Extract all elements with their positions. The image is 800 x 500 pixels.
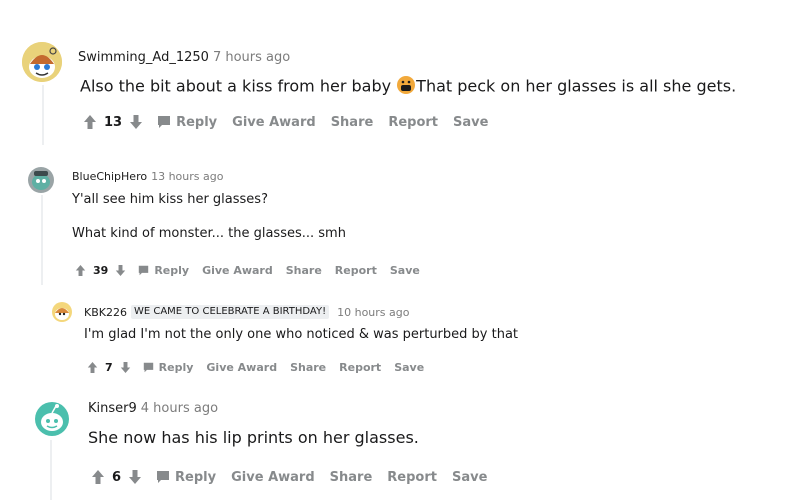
reply-button[interactable]: Reply — [156, 470, 216, 485]
vote-score: 39 — [93, 263, 109, 277]
give-award-button[interactable]: Give Award — [231, 470, 315, 485]
vote-score: 13 — [104, 114, 123, 130]
comment-body: She now has his lip prints on her glasse… — [88, 428, 419, 447]
comment-body: Y'all see him kiss her glasses? What kin… — [72, 191, 346, 243]
upvote-icon[interactable] — [87, 361, 98, 374]
snoo-avatar-icon — [28, 167, 54, 193]
vote-score: 6 — [112, 469, 122, 485]
save-button[interactable]: Save — [452, 470, 487, 485]
comment-bubble-icon — [143, 362, 153, 372]
timestamp[interactable]: 10 hours ago — [337, 306, 409, 319]
comment-text: That peck on her glasses is all she gets… — [416, 76, 737, 96]
comment-paragraph: Y'all see him kiss her glasses? — [72, 192, 268, 207]
snoo-avatar-icon — [35, 402, 69, 436]
comment-thread: Swimming_Ad_1250 7 hours ago Also the bi… — [0, 0, 800, 500]
downvote-icon[interactable] — [129, 114, 143, 130]
comment: Kinser9 4 hours ago She now has his lip … — [0, 390, 800, 500]
reply-button[interactable]: Reply — [138, 264, 189, 277]
vote-group: 39 — [75, 264, 126, 277]
comment-bubble-icon — [158, 116, 171, 128]
avatar[interactable] — [35, 402, 69, 436]
reply-label: Reply — [158, 360, 194, 374]
username[interactable]: BlueChipHero — [72, 170, 147, 183]
reply-button[interactable]: Reply — [143, 360, 194, 374]
report-button[interactable]: Report — [388, 115, 438, 130]
comment-bubble-icon — [157, 471, 170, 483]
give-award-button[interactable]: Give Award — [206, 361, 277, 374]
reply-button[interactable]: Reply — [157, 115, 217, 130]
report-button[interactable]: Report — [339, 361, 381, 374]
avatar[interactable] — [28, 167, 54, 193]
share-button[interactable]: Share — [331, 115, 374, 130]
save-button[interactable]: Save — [394, 361, 424, 374]
comment-actions: 13 Reply Give Award Share Report Save — [83, 112, 503, 132]
report-button[interactable]: Report — [387, 470, 437, 485]
downvote-icon[interactable] — [115, 264, 126, 277]
comment-body: I'm glad I'm not the only one who notice… — [84, 327, 518, 342]
comment-text: I'm glad I'm not the only one who notice… — [84, 327, 519, 342]
reply-label: Reply — [175, 469, 217, 485]
vote-group: 6 — [91, 469, 142, 485]
save-button[interactable]: Save — [453, 115, 488, 130]
user-flair: WE CAME TO CELEBRATE A BIRTHDAY! — [130, 305, 330, 319]
vote-group: 7 — [87, 361, 131, 374]
share-button[interactable]: Share — [286, 264, 322, 277]
comment: BlueChipHero 13 hours ago Y'all see him … — [0, 160, 800, 285]
comment-reply: KBK226 WE CAME TO CELEBRATE A BIRTHDAY! … — [0, 295, 800, 385]
avatar[interactable] — [52, 302, 72, 322]
avatar[interactable] — [22, 42, 62, 82]
timestamp[interactable]: 13 hours ago — [151, 170, 223, 183]
upvote-icon[interactable] — [91, 469, 105, 485]
comment-actions: 7 Reply Give Award Share Report Save — [87, 358, 439, 376]
username[interactable]: Kinser9 — [88, 401, 137, 416]
comment-meta: KBK226 WE CAME TO CELEBRATE A BIRTHDAY! … — [84, 305, 409, 319]
comment-meta: Swimming_Ad_1250 7 hours ago — [78, 50, 290, 65]
comment-bubble-icon — [139, 265, 149, 275]
comment-text: Also the bit about a kiss from her baby — [80, 76, 392, 96]
timestamp[interactable]: 7 hours ago — [213, 50, 290, 65]
reply-label: Reply — [176, 114, 218, 130]
vote-group: 13 — [83, 114, 143, 130]
vote-score: 7 — [105, 360, 113, 374]
timestamp[interactable]: 4 hours ago — [141, 401, 218, 416]
username[interactable]: Swimming_Ad_1250 — [78, 50, 209, 65]
downvote-icon[interactable] — [120, 361, 131, 374]
give-award-button[interactable]: Give Award — [232, 115, 316, 130]
face-with-symbols-on-mouth-icon — [396, 75, 416, 99]
comment-text: She now has his lip prints on her glasse… — [88, 428, 419, 447]
upvote-icon[interactable] — [75, 264, 86, 277]
reply-label: Reply — [154, 263, 190, 277]
comment-meta: Kinser9 4 hours ago — [88, 401, 218, 416]
username[interactable]: KBK226 — [84, 306, 127, 319]
comment-meta: BlueChipHero 13 hours ago — [72, 170, 223, 183]
comment-actions: 6 Reply Give Award Share Report Save — [91, 467, 502, 487]
comment-actions: 39 Reply Give Award Share Report Save — [75, 261, 435, 279]
comment: Swimming_Ad_1250 7 hours ago Also the bi… — [0, 0, 800, 145]
share-button[interactable]: Share — [330, 470, 373, 485]
share-button[interactable]: Share — [290, 361, 326, 374]
downvote-icon[interactable] — [128, 469, 142, 485]
upvote-icon[interactable] — [83, 114, 97, 130]
snoo-avatar-icon — [22, 42, 62, 82]
save-button[interactable]: Save — [390, 264, 420, 277]
comment-paragraph: What kind of monster... the glasses... s… — [72, 226, 346, 241]
report-button[interactable]: Report — [335, 264, 377, 277]
snoo-avatar-icon — [52, 302, 72, 322]
give-award-button[interactable]: Give Award — [202, 264, 273, 277]
comment-body: Also the bit about a kiss from her baby … — [80, 75, 736, 99]
